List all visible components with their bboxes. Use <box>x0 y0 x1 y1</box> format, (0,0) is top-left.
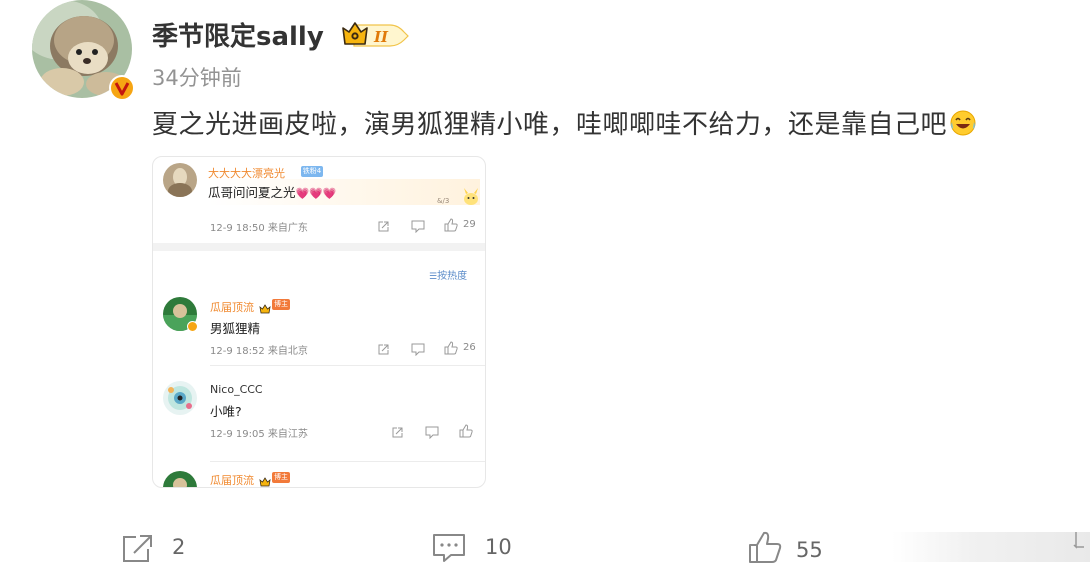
like-icon[interactable] <box>459 423 473 442</box>
post-text: 夏之光进画皮啦，演男狐狸精小唯，哇唧唧哇不给力，还是靠自己吧 <box>152 104 977 144</box>
chevron-icon[interactable] <box>1072 530 1088 556</box>
verified-v-badge-icon <box>109 75 135 101</box>
comment-icon[interactable] <box>432 532 466 568</box>
reply-item: Nico_CCC 小唯? 12-9 19:05 来自江苏 <box>153 377 485 447</box>
sort-label: 按热度 <box>437 271 468 282</box>
sort-toggle[interactable]: ☰按热度 <box>429 267 467 282</box>
screenshot-top-comment: 大大大大漂亮光 铁粉4 瓜哥问问夏之光💗💗💗 &/3 12-9 18:50 来自… <box>153 157 485 243</box>
vip-level-badge-icon[interactable]: II <box>340 18 420 48</box>
reply-text: 小唯? <box>210 404 242 419</box>
comment-icon[interactable] <box>411 341 425 360</box>
reply-like-count: 26 <box>463 342 476 353</box>
embedded-comment-screenshot[interactable]: 大大大大漂亮光 铁粉4 瓜哥问问夏之光💗💗💗 &/3 12-9 18:50 来自… <box>152 156 486 488</box>
repost-icon[interactable] <box>120 532 156 568</box>
like-icon[interactable] <box>444 217 458 236</box>
share-icon[interactable] <box>377 341 390 360</box>
reply-avatar-pattern <box>163 381 197 415</box>
sort-lines-icon: ☰ <box>429 272 438 282</box>
crown-icon <box>259 299 271 318</box>
author-avatar[interactable] <box>32 0 135 101</box>
comment-icon[interactable] <box>425 424 439 443</box>
camel-avatar <box>163 163 197 197</box>
reply-meta: 12-9 18:52 来自北京 <box>210 346 308 357</box>
reply-meta: 12-9 19:05 来自江苏 <box>210 429 308 440</box>
reply-divider <box>210 365 485 366</box>
repost-count: 2 <box>172 535 186 559</box>
fade-overlay <box>892 532 1090 562</box>
top-comment-text: 瓜哥问问夏之光💗💗💗 <box>208 182 337 201</box>
post-time[interactable]: 34分钟前 <box>152 62 242 92</box>
reply-item: 瓜届顶流 博主 <box>153 467 485 487</box>
reply-author: Nico_CCC <box>210 383 263 396</box>
blogger-tag: 博主 <box>272 472 290 483</box>
reply-author: 瓜届顶流 <box>210 474 254 487</box>
share-icon[interactable] <box>391 424 404 443</box>
reply-divider <box>210 461 485 462</box>
section-divider <box>153 243 485 251</box>
heart-emojis: 💗💗💗 <box>295 187 337 200</box>
laughing-tears-emoji-icon <box>949 109 977 144</box>
share-icon[interactable] <box>377 218 390 237</box>
comment-icon[interactable] <box>411 218 425 237</box>
fan-level-tag: 铁粉4 <box>301 166 323 177</box>
like-icon[interactable] <box>444 340 458 359</box>
top-comment-like-count: 29 <box>463 219 476 230</box>
reply-avatar-green <box>163 471 197 487</box>
blogger-tag: 博主 <box>272 299 290 310</box>
sticker-label: &/3 <box>437 197 450 205</box>
post-text-body: 夏之光进画皮啦，演男狐狸精小唯，哇唧唧哇不给力，还是靠自己吧 <box>152 110 948 140</box>
crown-icon <box>259 472 271 487</box>
reply-item: 瓜届顶流 博主 男狐狸精 12-9 18:52 来自北京 26 <box>153 293 485 363</box>
verified-badge-icon <box>187 321 198 332</box>
top-comment-body: 瓜哥问问夏之光 <box>208 185 296 200</box>
reply-text: 男狐狸精 <box>210 321 261 336</box>
vip-level-text: II <box>373 28 389 46</box>
top-comment-meta: 12-9 18:50 来自广东 <box>210 223 308 234</box>
comment-count: 10 <box>485 535 512 559</box>
like-icon[interactable] <box>748 530 782 568</box>
pikachu-sticker-icon <box>461 187 481 211</box>
author-name[interactable]: 季节限定sally <box>152 16 324 53</box>
reply-author: 瓜届顶流 <box>210 301 254 314</box>
like-count: 55 <box>796 538 823 562</box>
